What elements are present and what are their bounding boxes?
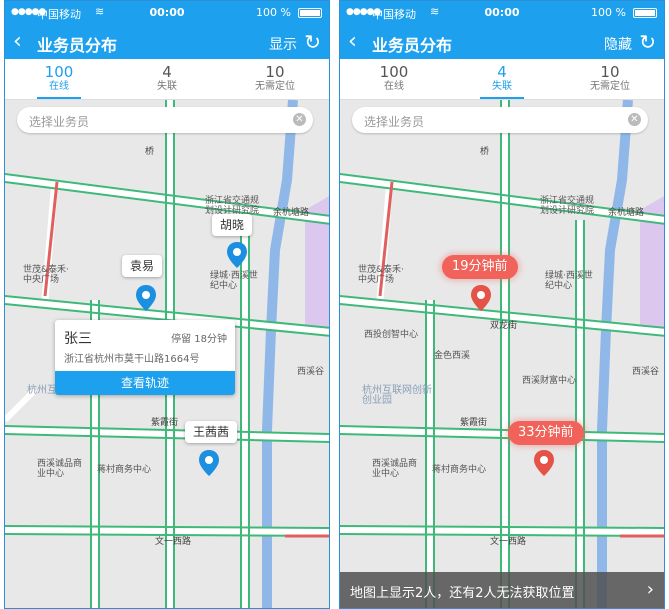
salesperson-search-input[interactable]: 选择业务员 ✕ [352,107,648,133]
map-label-wenyi-road: 文一西路 [490,537,527,547]
tab-count: 100 [379,63,409,81]
location-pin-icon[interactable] [471,285,491,311]
tab-label: 在线 [48,81,69,92]
tab-label: 失联 [156,81,177,92]
tab-no-location[interactable]: 10 无需定位 [221,59,329,99]
salesperson-name-card[interactable]: 袁易 [122,255,163,277]
tab-count: 100 [44,63,74,81]
tab-label: 失联 [491,81,512,92]
footer-text: 地图上显示2人，还有2人无法获取位置 [350,586,575,601]
toggle-display-button[interactable]: 隐藏 [604,34,632,54]
tab-online[interactable]: 100 在线 [5,59,113,99]
status-bar: ●●●●● 中国移动 ≋ 00:00 100 % [340,1,664,27]
view-track-button[interactable]: 查看轨迹 [55,371,235,395]
map-view[interactable] [340,100,664,608]
map-label-luyu: 绿城·西溪世纪中心 [545,271,593,291]
battery-percent: 100 % [591,6,626,19]
clear-icon[interactable]: ✕ [628,113,641,126]
salesperson-name-card[interactable]: 王茜茜 [185,421,238,443]
map-label-chengpin: 西溪诚品商业中心 [372,459,418,479]
phone-screen-online: ●●●●● 中国移动 ≋ 00:00 100 % ‹ 业务员分布 显示 ↻ 10… [4,0,330,609]
phone-screen-lost: ●●●●● 中国移动 ≋ 00:00 100 % ‹ 业务员分布 隐藏 ↻ 10… [339,0,665,609]
clear-icon[interactable]: ✕ [293,113,306,126]
lost-time-bubble[interactable]: 33分钟前 [508,421,584,445]
status-tabs: 100 在线 4 失联 10 无需定位 [340,59,664,100]
toggle-display-button[interactable]: 显示 [269,34,297,54]
popup-address: 浙江省杭州市莫干山路1664号 [64,354,200,365]
map-label-jiangcun: 蒋村商务中心 [432,465,487,475]
tab-count: 4 [497,63,507,81]
battery-icon [298,8,322,18]
tab-count: 4 [162,63,172,81]
nav-bar: ‹ 业务员分布 显示 ↻ [5,27,329,59]
nav-bar: ‹ 业务员分布 隐藏 ↻ [340,27,664,59]
battery-icon [633,8,657,18]
unlocated-footer-bar[interactable]: 地图上显示2人，还有2人无法获取位置 › [340,572,664,608]
search-placeholder: 选择业务员 [364,115,425,129]
map-label-xixigu: 西溪谷 [297,367,325,377]
location-pin-icon[interactable] [227,242,247,268]
map-label-park: 杭州互联网创新创业园 [362,385,432,406]
map-label-jinse: 金色西溪 [434,351,471,361]
popup-stay-duration: 停留 18分钟 [171,334,227,345]
tab-no-location[interactable]: 10 无需定位 [556,59,664,99]
map-label-shimao: 世茂&泰禾·中央广场 [358,265,404,285]
popup-name: 张三 [64,331,92,347]
search-placeholder: 选择业务员 [29,115,90,129]
status-bar: ●●●●● 中国移动 ≋ 00:00 100 % [5,1,329,27]
map-label-xixigu: 西溪谷 [632,367,660,377]
map-label-shuanglong-street: 双龙街 [490,321,518,331]
map-label-bridge: 桥 [480,147,490,157]
map-label-bridge: 桥 [145,147,155,157]
map-label-institute: 浙江省交通规划设计研究院 [540,196,595,216]
tab-count: 10 [265,63,285,81]
map-label-luyu: 绿城·西溪世纪中心 [210,271,258,291]
location-pin-icon[interactable] [534,450,554,476]
tab-label: 在线 [383,81,404,92]
refresh-icon[interactable]: ↻ [304,29,321,55]
page-title: 业务员分布 [372,36,453,55]
salesperson-detail-popup: 张三 停留 18分钟 浙江省杭州市莫干山路1664号 查看轨迹 [55,320,235,395]
location-pin-icon[interactable] [199,450,219,476]
map-label-zixia-street: 紫霞街 [460,418,488,428]
tab-count: 10 [600,63,620,81]
chevron-right-icon: › [646,579,654,600]
tab-label: 无需定位 [254,81,295,92]
salesperson-search-input[interactable]: 选择业务员 ✕ [17,107,313,133]
location-pin-icon[interactable] [136,285,156,311]
map-label-yuhang-road: 余杭塘路 [273,208,310,218]
tab-lost[interactable]: 4 失联 [113,59,221,99]
map-label-shimao: 世茂&泰禾·中央广场 [23,265,69,285]
back-icon[interactable]: ‹ [348,29,357,55]
map-label-wenyi-road: 文一西路 [155,537,192,547]
map-label-caifu: 西溪财富中心 [522,376,577,386]
map-label-institute: 浙江省交通规划设计研究院 [205,196,260,216]
tab-lost[interactable]: 4 失联 [448,59,556,99]
status-tabs: 100 在线 4 失联 10 无需定位 [5,59,329,100]
map-roads [340,100,664,608]
map-label-zixia-street: 紫霞街 [151,418,179,428]
refresh-icon[interactable]: ↻ [639,29,656,55]
salesperson-name-card[interactable]: 胡晓 [212,214,253,236]
map-label-jiangcun: 蒋村商务中心 [97,465,152,475]
tab-label: 无需定位 [589,81,630,92]
lost-time-bubble[interactable]: 19分钟前 [442,255,518,279]
tab-online[interactable]: 100 在线 [340,59,448,99]
page-title: 业务员分布 [37,36,118,55]
map-label-yuhang-road: 余杭塘路 [608,208,645,218]
map-label-chengpin: 西溪诚品商业中心 [37,459,83,479]
back-icon[interactable]: ‹ [13,29,22,55]
battery-percent: 100 % [256,6,291,19]
map-label-xitou: 西投创智中心 [364,330,419,340]
